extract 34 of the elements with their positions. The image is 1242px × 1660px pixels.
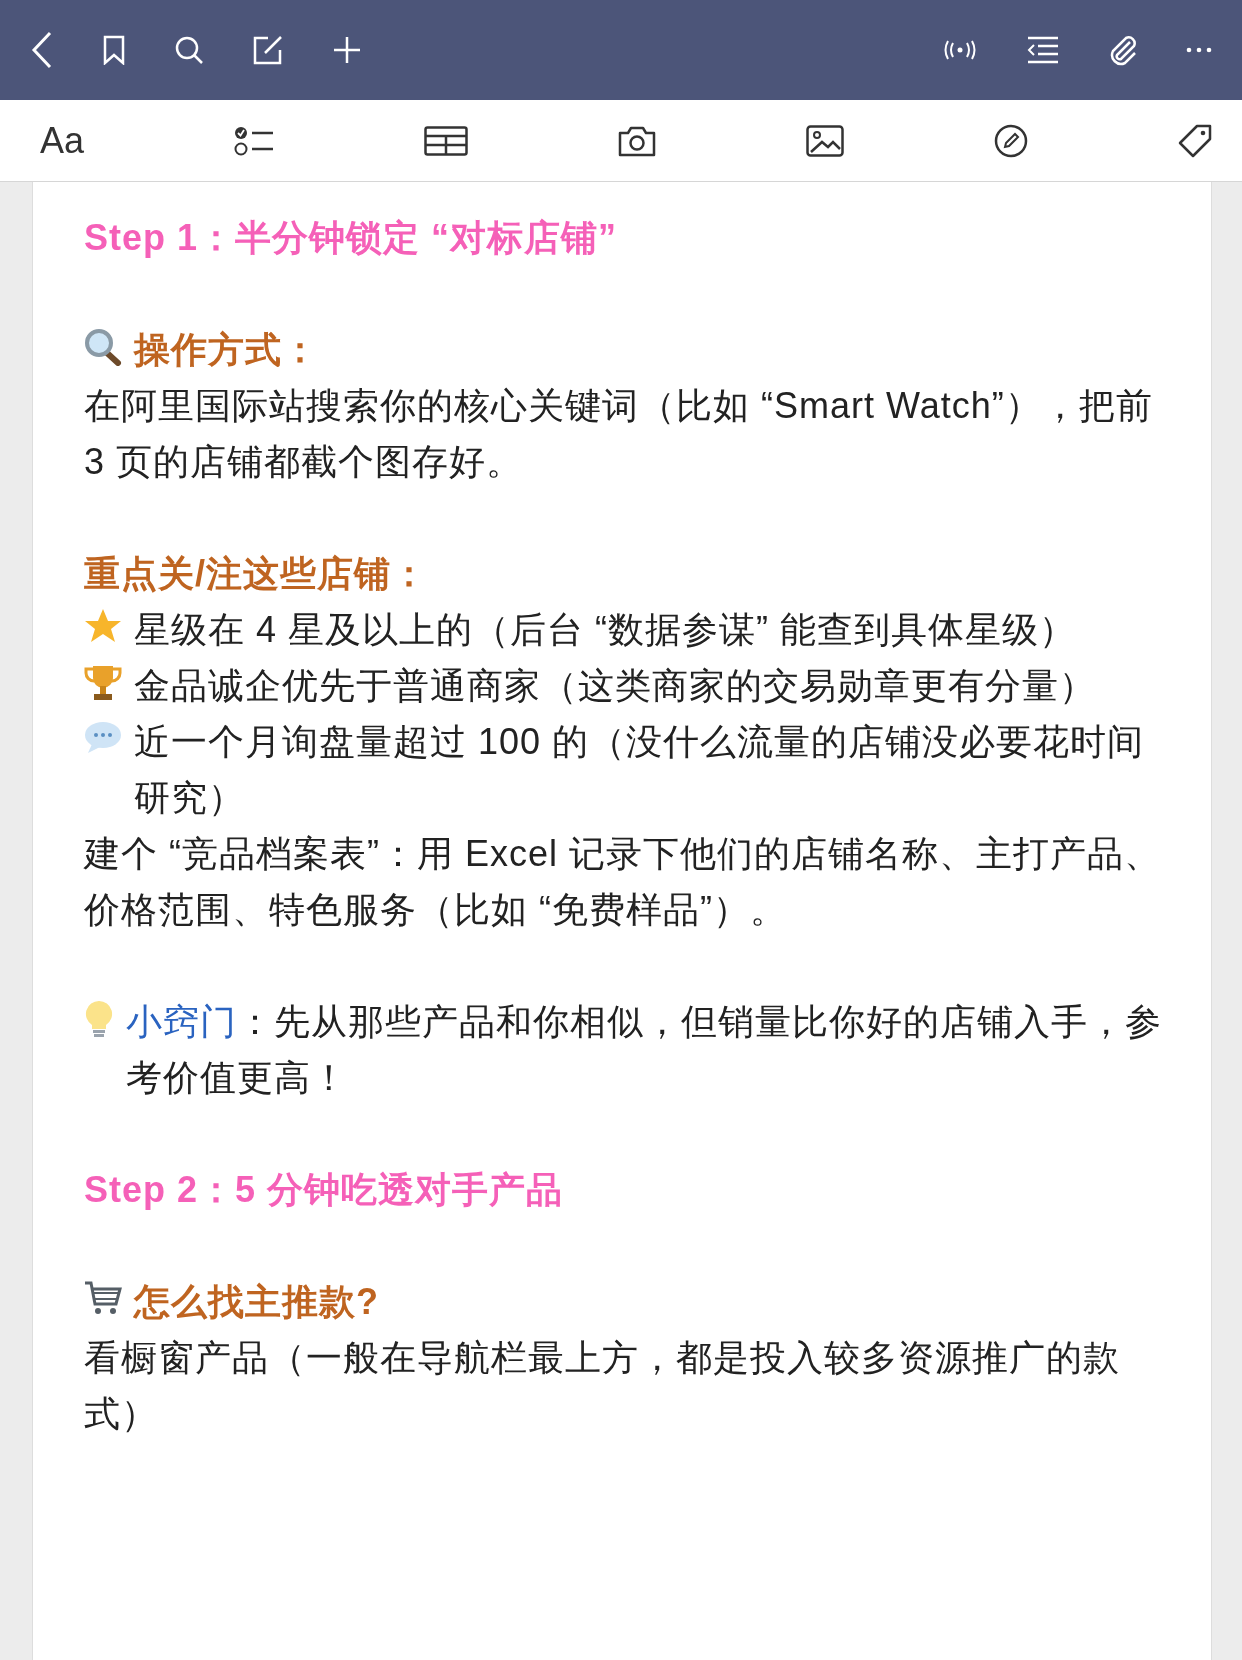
image-icon[interactable] [806,124,844,157]
broadcast-icon[interactable] [942,40,978,60]
step-heading: Step 1：半分钟锁定 “对标店铺” [84,216,619,260]
font-button[interactable]: Aa [40,122,85,159]
speech-bubble-icon [84,720,122,754]
step-heading: Step 2：5 分钟吃透对手产品 [84,1168,565,1212]
back-icon[interactable] [30,30,54,70]
list-item-text: 金品诚企优先于普通商家（这类商家的交易勋章更有分量） [134,664,1096,708]
paragraph: 看橱窗产品（一般在导航栏最上方，都是投入较多资源推广的款式） [84,1336,1121,1436]
more-icon[interactable] [1186,47,1212,53]
star-icon [84,608,122,644]
paragraph: 建个 “竞品档案表”：用 Excel 记录下他们的店铺名称、主打产品、价格范围、特色服务（比如 “免费样品”）。 [84,832,1162,932]
tip-text: 小窍门：先从那些产品和你相似，但销量比你好的店铺入手，参考价值更高！ [126,1000,1163,1100]
checklist-icon[interactable] [234,124,275,157]
magnifier-icon [84,328,122,366]
paperclip-icon[interactable] [1108,34,1138,66]
edit-icon[interactable] [252,34,284,66]
list-item-text: 近一个月询盘量超过 100 的（没什么流量的店铺没必要花时间研究） [134,720,1146,820]
camera-icon[interactable] [618,124,656,157]
outline-icon[interactable] [1026,36,1060,64]
search-icon[interactable] [174,35,204,65]
tag-icon[interactable] [1177,123,1212,158]
table-icon[interactable] [424,125,468,156]
section-label: 怎么找主推款? [134,1280,379,1324]
add-icon[interactable] [332,35,362,65]
pen-icon[interactable] [993,123,1028,158]
shopping-cart-icon [84,1280,122,1316]
bookmark-icon[interactable] [102,35,126,65]
paragraph: 在阿里国际站搜索你的核心关键词（比如 “Smart Watch”），把前 3 页的店铺都截个图存好。 [84,384,1154,484]
section-label: 操作方式： [134,328,319,372]
section-label: 重点关/注这些店铺： [84,552,429,596]
trophy-icon [84,664,122,702]
light-bulb-icon [84,1000,114,1038]
list-item-text: 星级在 4 星及以上的（后台 “数据参谋” 能查到具体星级） [134,608,1076,652]
